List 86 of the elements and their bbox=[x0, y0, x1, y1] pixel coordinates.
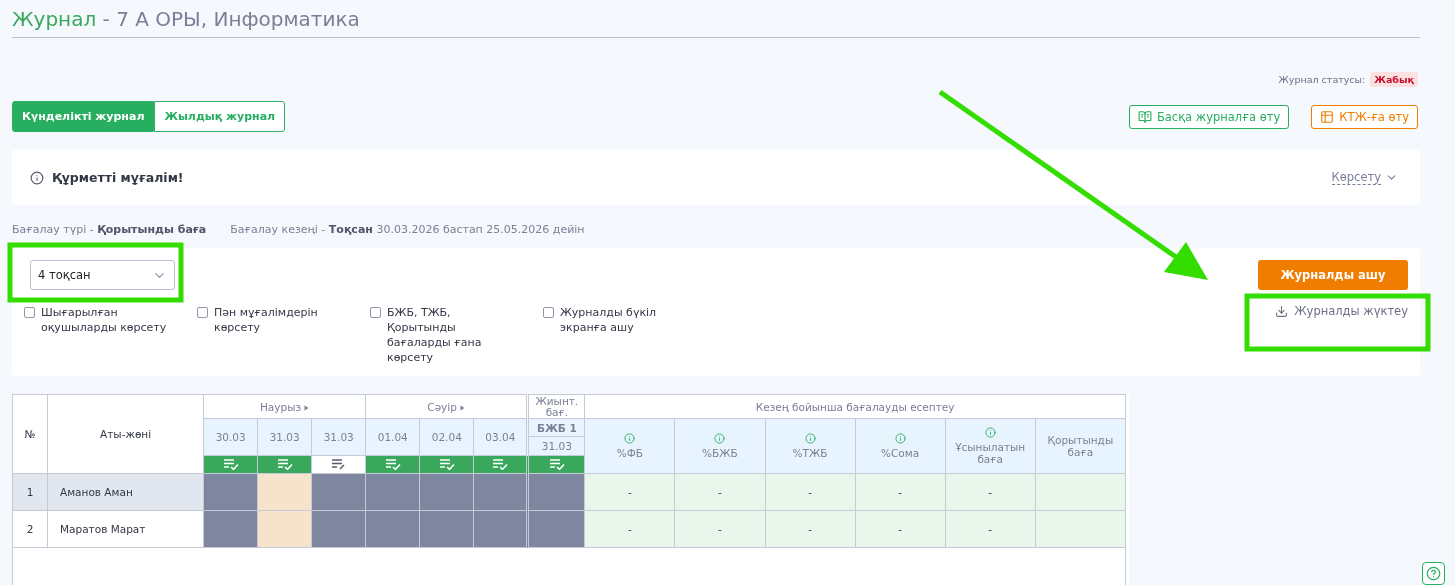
date-header[interactable]: 01.04 bbox=[365, 418, 420, 456]
option-checkbox[interactable]: Пән мұғалімдерін көрсету bbox=[197, 305, 370, 365]
header-cell: %Сома bbox=[855, 418, 946, 474]
header-cell: Жиынт. бағ. bbox=[527, 394, 585, 419]
date-header[interactable]: 03.04 bbox=[473, 418, 528, 456]
header-cell: %БЖБ bbox=[674, 418, 765, 474]
result-cell: - bbox=[945, 510, 1036, 548]
row-number: 2 bbox=[12, 510, 48, 548]
info-icon bbox=[984, 427, 996, 438]
header-cell: № bbox=[12, 394, 48, 474]
header-cell: %ТЖБ bbox=[765, 418, 856, 474]
info-icon bbox=[30, 170, 44, 185]
info-icon bbox=[714, 433, 726, 444]
checklist-icon bbox=[384, 457, 401, 470]
grade-cell[interactable] bbox=[257, 510, 312, 548]
grade-cell[interactable] bbox=[257, 473, 312, 511]
assessment-info: Бағалау кезеңі - Тоқсан 30.03.2026 бастап 25.05.2026 дейін bbox=[230, 223, 585, 236]
other-journal-button[interactable]: Басқа журналға өту bbox=[1128, 104, 1290, 129]
date-header[interactable]: 31.03 bbox=[541, 437, 572, 455]
checklist-icon bbox=[276, 457, 293, 470]
info-icon bbox=[894, 433, 906, 444]
download-link[interactable]: Журналды жүктеу bbox=[1275, 304, 1408, 318]
result-cell: - bbox=[945, 473, 1036, 511]
table-icon bbox=[1320, 109, 1335, 124]
grade-cell[interactable] bbox=[203, 510, 258, 548]
grade-cell[interactable] bbox=[365, 473, 420, 511]
assessment-info: Бағалау түрі - Қорытынды баға bbox=[12, 223, 207, 236]
help-icon bbox=[1426, 566, 1441, 581]
checklist-icon bbox=[492, 457, 509, 470]
month-header[interactable]: Сәуір bbox=[365, 394, 528, 419]
checklist-icon bbox=[222, 457, 239, 470]
show-toggle[interactable]: Көрсету bbox=[1331, 170, 1398, 185]
caret-icon bbox=[304, 404, 310, 411]
result-cell: - bbox=[765, 510, 856, 548]
date-header[interactable]: 02.04 bbox=[419, 418, 474, 456]
edit-list-icon bbox=[330, 457, 347, 470]
checklist-icon bbox=[438, 457, 455, 470]
header-cell: Қорытынды баға bbox=[1035, 418, 1126, 474]
header-cell: Аты-жөні bbox=[47, 394, 204, 474]
journal-tab[interactable]: Күнделікті журнал bbox=[12, 101, 155, 132]
header-cell: %ФБ bbox=[584, 418, 675, 474]
grade-cell[interactable] bbox=[473, 510, 528, 548]
grade-cell[interactable] bbox=[311, 510, 366, 548]
grade-cell[interactable] bbox=[203, 473, 258, 511]
result-cell: - bbox=[584, 510, 675, 548]
plan-button[interactable]: КТЖ-ға өту bbox=[1311, 104, 1418, 129]
page-title: Журнал - 7 А ОРЫ, Информатика bbox=[12, 0, 1420, 38]
status-badge: Жабық bbox=[1370, 72, 1418, 87]
month-header[interactable]: Наурыз bbox=[203, 394, 366, 419]
result-cell: - bbox=[765, 473, 856, 511]
caret-icon bbox=[460, 404, 466, 411]
date-header[interactable]: 30.03 bbox=[203, 418, 258, 456]
option-checkbox[interactable]: Шығарылған оқушыларды көрсету bbox=[24, 305, 197, 365]
info-icon bbox=[624, 433, 636, 444]
download-icon bbox=[1275, 304, 1289, 318]
book-icon bbox=[1137, 109, 1152, 124]
grade-cell[interactable] bbox=[419, 510, 474, 548]
row-number: 1 bbox=[12, 473, 48, 511]
notice-text: Құрметті мұғалім! bbox=[52, 170, 184, 185]
checklist-icon bbox=[548, 457, 565, 470]
journal-tab[interactable]: Жылдық журнал bbox=[154, 101, 286, 132]
option-checkbox[interactable]: БЖБ, ТЖБ, Қорытынды бағаларды ғана көрсету bbox=[370, 305, 543, 365]
grade-cell[interactable] bbox=[527, 510, 585, 548]
grade-cell[interactable] bbox=[365, 510, 420, 548]
date-header[interactable]: 31.03 bbox=[311, 418, 366, 456]
grade-cell[interactable] bbox=[311, 473, 366, 511]
grade-cell[interactable] bbox=[419, 473, 474, 511]
status-label: Журнал статусы: bbox=[1278, 74, 1366, 85]
result-cell: - bbox=[855, 473, 946, 511]
grade-cell[interactable] bbox=[527, 473, 585, 511]
summative-label: БЖБ 1 bbox=[529, 419, 585, 437]
help-button[interactable] bbox=[1422, 562, 1445, 585]
result-cell: - bbox=[584, 473, 675, 511]
quarter-select[interactable]: 4 тоқсан bbox=[30, 260, 175, 290]
student-name: Маратов Марат bbox=[47, 510, 204, 548]
header-cell: Ұсынылатын баға bbox=[945, 418, 1036, 474]
student-name: Аманов Аман bbox=[47, 473, 204, 511]
open-journal-button[interactable]: Журналды ашу bbox=[1258, 260, 1408, 290]
result-cell: - bbox=[855, 510, 946, 548]
info-icon bbox=[804, 433, 816, 444]
header-cell: Кезең бойынша бағалауды есептеу bbox=[584, 394, 1126, 419]
date-header[interactable]: 31.03 bbox=[257, 418, 312, 456]
result-cell: - bbox=[674, 510, 765, 548]
option-checkbox[interactable]: Журналды бүкіл экранға ашу bbox=[543, 305, 716, 365]
result-cell: - bbox=[674, 473, 765, 511]
grade-cell[interactable] bbox=[473, 473, 528, 511]
